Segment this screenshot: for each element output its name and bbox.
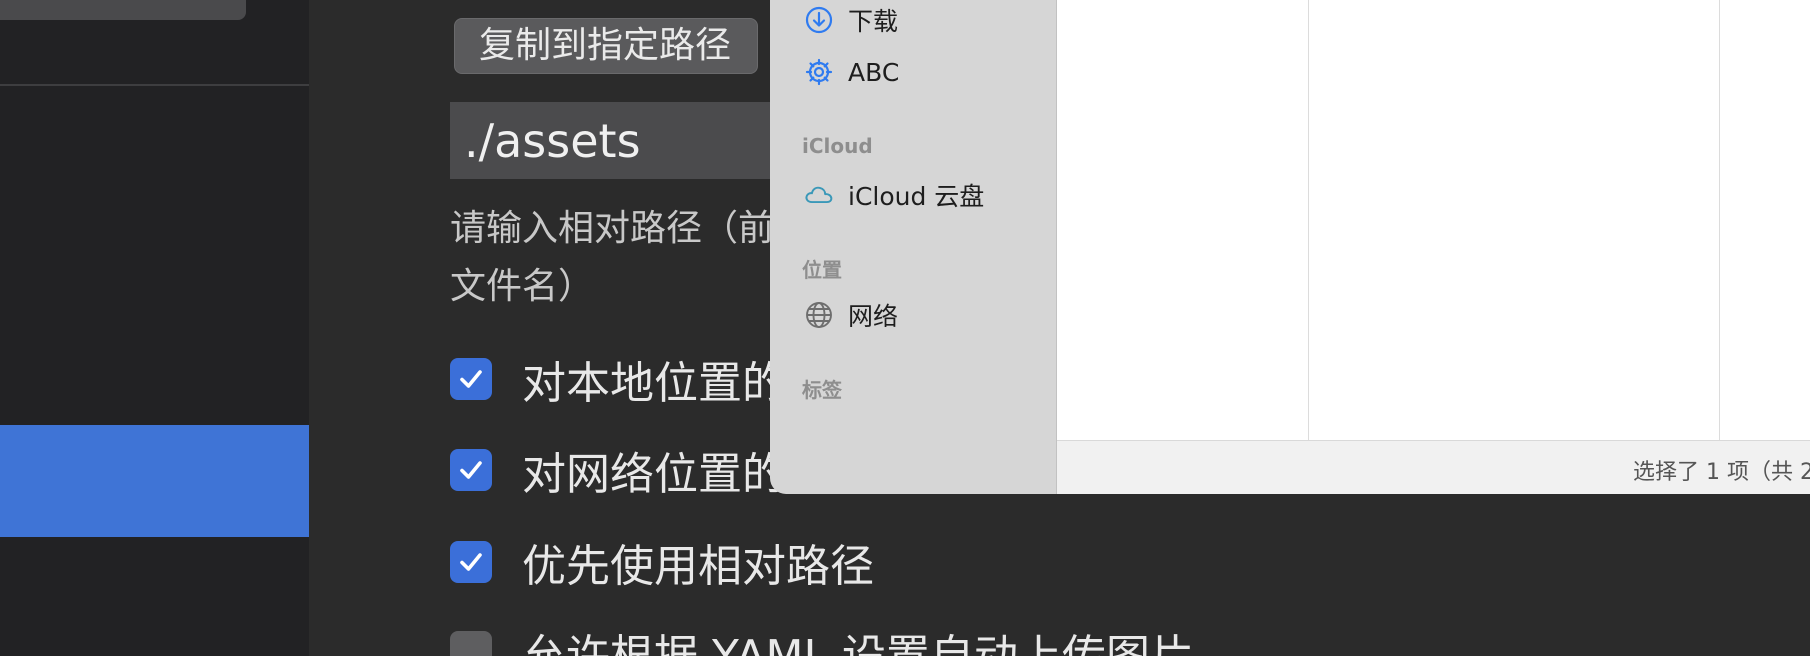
finder-item-downloads[interactable]: 下载	[804, 2, 898, 38]
finder-item-label: 下载	[848, 7, 899, 36]
globe-icon	[804, 300, 834, 330]
option-prefer-relative-path[interactable]: 优先使用相对路径	[450, 538, 874, 592]
section-header-locations: 位置	[802, 258, 842, 282]
checkmark-icon	[460, 553, 482, 571]
option-label: 对本地位置的	[522, 358, 786, 409]
selection-status-text: 选择了 1 项（共 2	[1633, 460, 1810, 485]
cloud-icon	[804, 180, 834, 210]
checkmark-icon	[460, 461, 482, 479]
checkbox-local-location[interactable]	[450, 358, 492, 400]
checkmark-icon	[460, 370, 482, 388]
sidebar-search-field[interactable]	[0, 0, 246, 20]
finder-item-icloud-drive[interactable]: iCloud 云盘	[804, 177, 984, 213]
finder-file-browser[interactable]	[1057, 0, 1810, 440]
finder-item-label: iCloud 云盘	[848, 182, 985, 211]
checkbox-network-location[interactable]	[450, 449, 492, 491]
copy-to-path-button[interactable]: 复制到指定路径	[454, 18, 759, 74]
left-sidebar	[0, 0, 309, 656]
finder-item-network[interactable]: 网络	[804, 297, 898, 333]
finder-item-abc[interactable]: ABC	[804, 57, 899, 87]
path-hint-text: 请输入相对路径（前文件名）	[450, 208, 775, 307]
option-label: 优先使用相对路径	[522, 541, 874, 592]
finder-sidebar: 下载 ABC iCloud iCloud 云盘 位置 网络 标签	[770, 0, 1057, 494]
checkbox-prefer-relative-path[interactable]	[450, 541, 492, 583]
finder-item-label: 网络	[848, 302, 899, 331]
finder-status-bar: 选择了 1 项（共 2	[1057, 440, 1810, 494]
section-header-icloud: iCloud	[802, 134, 873, 158]
option-yaml-auto-upload[interactable]: 允许根据 YAML 设置自动上传图片	[450, 628, 1194, 656]
sidebar-selected-item[interactable]	[0, 425, 309, 537]
option-network-location[interactable]: 对网络位置的	[450, 446, 786, 500]
checkbox-yaml-auto-upload[interactable]	[450, 631, 492, 656]
download-icon	[804, 5, 834, 35]
finder-window: 下载 ABC iCloud iCloud 云盘 位置 网络 标签 选择了 1 项…	[770, 0, 1810, 494]
option-label: 允许根据 YAML 设置自动上传图片	[522, 620, 1194, 656]
option-label: 对网络位置的	[522, 449, 786, 500]
screen: 复制到指定路径 请输入相对路径（前文件名） 对本地位置的 对网络位置的 优先使用…	[0, 0, 1810, 656]
option-local-location[interactable]: 对本地位置的	[450, 355, 786, 409]
finder-item-label: ABC	[848, 57, 900, 87]
column-divider[interactable]	[1719, 0, 1720, 440]
gear-icon	[804, 57, 834, 87]
sidebar-divider	[0, 84, 309, 86]
column-divider[interactable]	[1308, 0, 1309, 440]
section-header-tags: 标签	[802, 378, 842, 402]
